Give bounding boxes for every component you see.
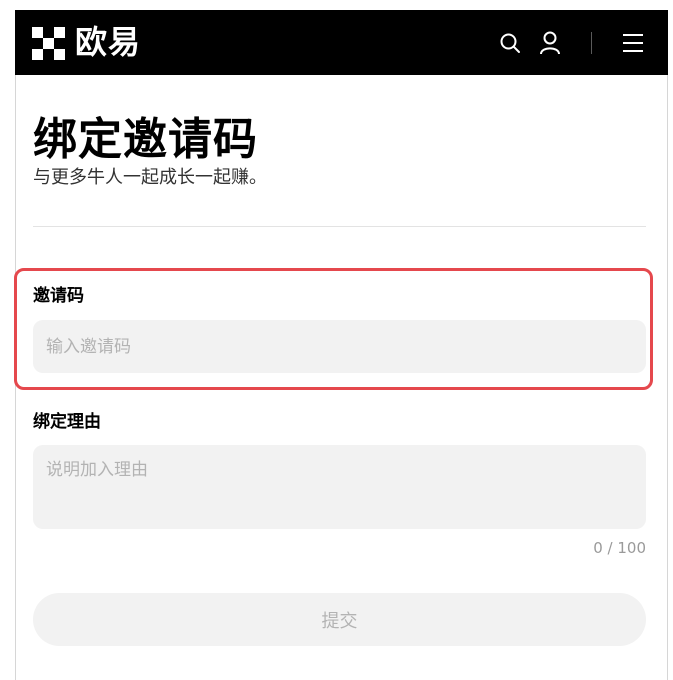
bind-reason-input[interactable] <box>33 445 646 529</box>
invite-code-label: 邀请码 <box>33 286 84 306</box>
header-separator <box>591 32 592 54</box>
bind-reason-label: 绑定理由 <box>33 412 101 432</box>
page-subtitle: 与更多牛人一起成长一起赚。 <box>33 167 267 188</box>
submit-button[interactable]: 提交 <box>33 593 646 646</box>
menu-icon[interactable] <box>621 31 645 55</box>
page: 欧易 绑定邀请码 与更多牛人一起成长一起赚。 邀请码 绑定理由 <box>0 0 673 680</box>
user-icon[interactable] <box>538 31 562 55</box>
page-border-right <box>667 10 668 680</box>
page-title: 绑定邀请码 <box>33 114 258 165</box>
char-counter: 0 / 100 <box>593 539 646 557</box>
search-icon[interactable] <box>498 31 522 55</box>
invite-code-input[interactable] <box>33 320 646 373</box>
okx-logo-icon[interactable] <box>32 27 65 60</box>
divider <box>33 226 646 227</box>
top-nav-bar: 欧易 <box>15 10 668 75</box>
brand-name[interactable]: 欧易 <box>75 22 141 62</box>
